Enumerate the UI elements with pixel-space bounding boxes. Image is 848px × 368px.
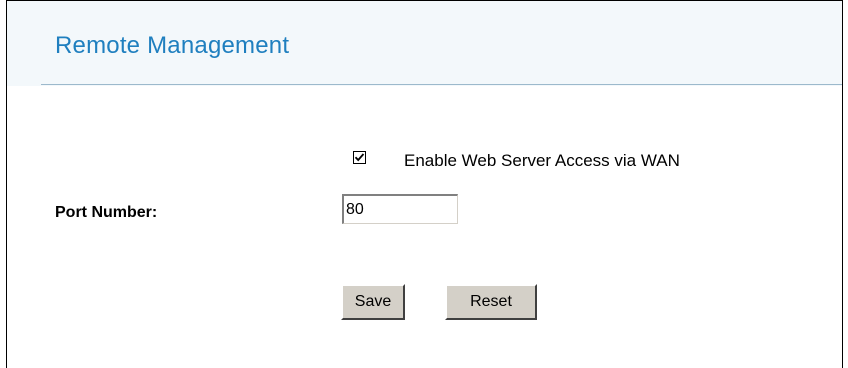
enable-wan-access-checkbox[interactable] bbox=[353, 151, 366, 164]
port-number-input[interactable] bbox=[342, 194, 458, 224]
title-divider bbox=[41, 84, 842, 85]
content-panel: Remote Management Enable Web Server Acce… bbox=[6, 0, 843, 368]
checkmark-icon bbox=[354, 153, 365, 162]
save-button[interactable]: Save bbox=[341, 284, 405, 320]
reset-button[interactable]: Reset bbox=[445, 284, 537, 320]
port-number-label: Port Number: bbox=[55, 204, 158, 221]
page-title: Remote Management bbox=[55, 32, 290, 59]
enable-wan-access-label: Enable Web Server Access via WAN bbox=[404, 151, 680, 170]
